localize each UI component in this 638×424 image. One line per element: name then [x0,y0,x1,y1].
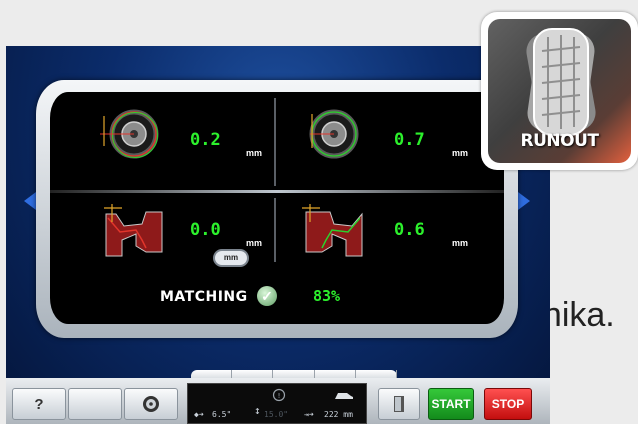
measurement-frame: 0.2 mm 0.7 mm 0.0 mm 0.6 mm [36,80,518,338]
door-icon [394,396,404,412]
help-button-label: ? [34,395,44,413]
start-button-label: START [431,397,471,411]
check-icon: ✓ [257,286,277,306]
measurement-panel: 0.2 mm 0.7 mm 0.0 mm 0.6 mm [50,92,504,324]
rim-profile-icon [104,204,163,257]
top-left-value: 0.2 [190,130,221,150]
right-arrow-icon[interactable] [518,192,530,210]
bottom-right-value: 0.6 [394,220,425,240]
wheel-icon [143,396,159,412]
car-icon [335,393,353,399]
offset-value: 222 mm [324,410,353,419]
bottom-left-unit: mm [246,238,263,248]
status-panel: ! ◆➜ 6.5" ↕ 15.0" ⇥➜ 222 mm [187,383,367,424]
rim-width-value: 6.5" [212,410,232,419]
matching-label: MATCHING [160,289,248,305]
help-button[interactable]: ? [12,388,66,420]
runout-button[interactable]: RUNOUT [481,12,638,170]
svg-text:!: ! [278,392,281,400]
runout-panel: RUNOUT [488,19,631,163]
bottom-right-unit: mm [452,238,469,248]
stop-button-label: STOP [491,397,525,411]
wheel-side-icon [100,109,159,159]
offset-icon: ⇥➜ [304,410,314,419]
vertical-divider-top [274,98,276,186]
rim-diameter-value: 15.0" [264,410,289,419]
exit-button[interactable] [378,388,420,420]
stop-button[interactable]: STOP [484,388,532,420]
rim-profile-icon [302,204,363,257]
top-left-unit: mm [246,148,263,158]
unit-toggle-button[interactable]: mm [213,249,249,267]
top-right-value: 0.7 [394,130,425,150]
runout-label: RUNOUT [520,131,599,151]
start-button[interactable]: START [428,388,474,420]
rim-width-icon: ◆➜ [194,410,204,419]
horizontal-divider [50,190,504,193]
tire-tread-icon [526,28,596,136]
left-arrow-icon[interactable] [24,192,36,210]
bottom-left-value: 0.0 [190,220,221,240]
balancer-screen: 0.2 mm 0.7 mm 0.0 mm 0.6 mm mm MATCHING … [6,46,550,424]
matching-percent: 83% [313,287,341,305]
blank-button[interactable] [68,388,122,420]
top-right-unit: mm [452,148,469,158]
vertical-divider-bottom [274,198,276,262]
rim-diameter-icon: ↕ [254,404,261,417]
tpms-icon: ! [272,388,286,402]
wheel-settings-button[interactable] [124,388,178,420]
wheel-side-icon [309,109,359,159]
